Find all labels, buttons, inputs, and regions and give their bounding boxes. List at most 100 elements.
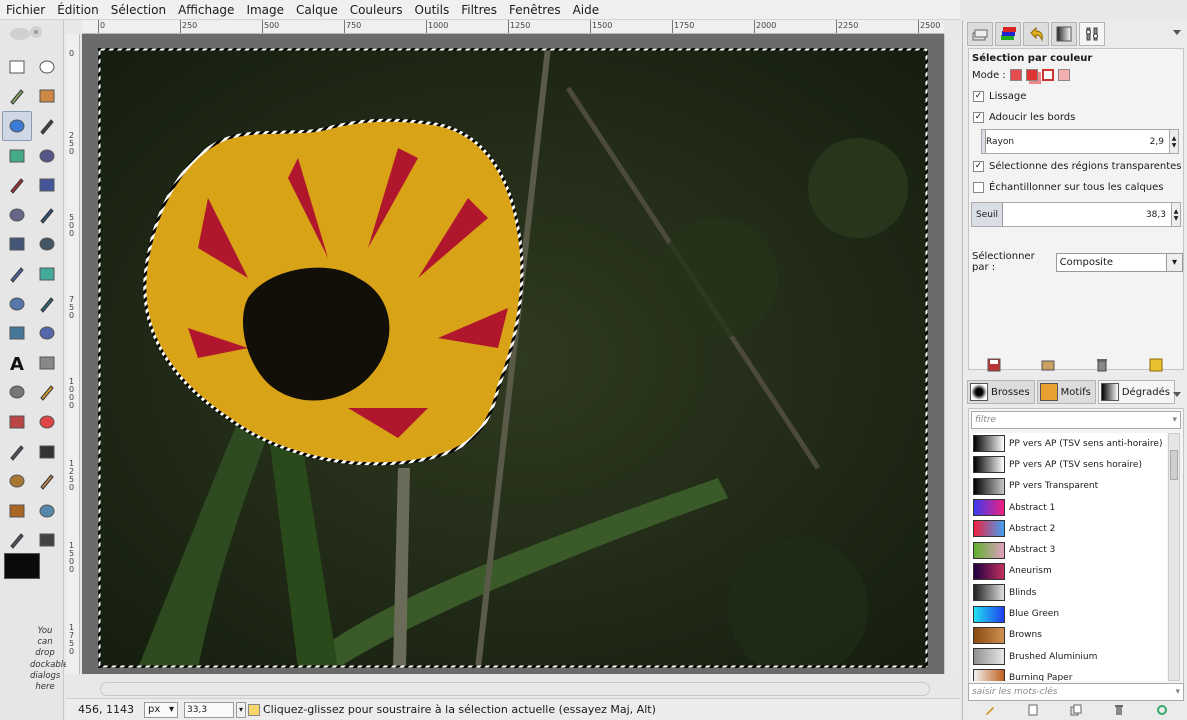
save-preset-icon[interactable]: [987, 358, 1001, 372]
smudge-tool[interactable]: [2, 526, 32, 556]
select-by-combo[interactable]: Composite ▾: [1055, 252, 1183, 272]
zoom-field[interactable]: 33,3: [184, 701, 234, 718]
tag-input[interactable]: saisir les mots-clés ▾: [968, 683, 1184, 701]
unit-select[interactable]: px ▾: [144, 701, 178, 718]
color-picker-tool[interactable]: [2, 170, 32, 200]
lissage-checkbox[interactable]: ✓: [973, 91, 984, 102]
menu-item[interactable]: Aide: [567, 0, 606, 20]
paths-tool[interactable]: [32, 141, 62, 171]
new-gradient-icon[interactable]: [1027, 704, 1039, 716]
menu-item[interactable]: Édition: [51, 0, 105, 20]
gradient-list-item[interactable]: PP vers AP (TSV sens horaire): [971, 454, 1167, 475]
scrollbar-thumb[interactable]: [1170, 450, 1178, 480]
menu-item[interactable]: Filtres: [455, 0, 503, 20]
delete-preset-icon[interactable]: [1095, 358, 1109, 372]
crop-tool[interactable]: [32, 230, 62, 260]
airbrush-tool[interactable]: [2, 437, 32, 467]
menu-item[interactable]: Image: [240, 0, 290, 20]
regions-row[interactable]: ✓ Sélectionne des régions transparentes: [973, 161, 1182, 172]
dock-menu-icon[interactable]: [1173, 30, 1181, 38]
image-canvas[interactable]: [82, 34, 944, 674]
reset-options-icon[interactable]: [1149, 358, 1163, 372]
cage-tool[interactable]: [32, 318, 62, 348]
tab-gradients[interactable]: Dégradés: [1097, 380, 1175, 404]
regions-checkbox[interactable]: ✓: [973, 161, 984, 172]
duplicate-gradient-icon[interactable]: [1070, 704, 1082, 716]
free-select-tool[interactable]: [2, 82, 32, 112]
clone-tool[interactable]: [2, 466, 32, 496]
gradient-list-item[interactable]: Burning Paper: [971, 667, 1167, 681]
color-swatches[interactable]: [4, 553, 56, 595]
tab-patterns[interactable]: Motifs: [1036, 380, 1096, 404]
gradient-filter-input[interactable]: filtre ▾: [971, 411, 1181, 429]
scissors-select-tool[interactable]: [32, 111, 62, 141]
rayon-spinner[interactable]: ▲ ▼: [1169, 130, 1178, 153]
edit-gradient-icon[interactable]: [984, 704, 996, 716]
gradient-list-item[interactable]: PP vers Transparent: [971, 476, 1167, 497]
rect-select-tool[interactable]: [2, 52, 32, 82]
echant-checkbox[interactable]: [973, 182, 984, 193]
flip-tool[interactable]: [2, 318, 32, 348]
gradient-list-item[interactable]: Abstract 3: [971, 539, 1167, 560]
foreground-select-tool[interactable]: [2, 141, 32, 171]
move-tool[interactable]: [32, 200, 62, 230]
tab-layers[interactable]: [967, 22, 993, 46]
seuil-slider[interactable]: Seuil 38,3 ▲ ▼: [971, 202, 1181, 227]
menu-item[interactable]: Fichier: [0, 0, 51, 20]
measure-tool[interactable]: [2, 200, 32, 230]
zoom-dropdown-button[interactable]: ▾: [236, 701, 246, 718]
perspective-clone-tool[interactable]: [2, 496, 32, 526]
menu-item[interactable]: Outils: [409, 0, 456, 20]
mode-subtract-button[interactable]: [1041, 69, 1054, 81]
gradient-list-item[interactable]: Blue Green: [971, 603, 1167, 624]
adoucir-row[interactable]: ✓ Adoucir les bords: [973, 112, 1075, 123]
refresh-gradients-icon[interactable]: [1156, 704, 1168, 716]
align-tool[interactable]: [2, 230, 32, 260]
bucket-fill-tool[interactable]: [32, 348, 62, 378]
menu-item[interactable]: Fenêtres: [503, 0, 567, 20]
gradient-list-item[interactable]: Abstract 2: [971, 518, 1167, 539]
gradient-list-item[interactable]: Brushed Aluminium: [971, 646, 1167, 667]
vertical-scrollbar[interactable]: [944, 34, 960, 674]
shear-tool[interactable]: [2, 289, 32, 319]
rayon-slider[interactable]: Rayon 2,9 ▲ ▼: [981, 129, 1179, 154]
mode-replace-button[interactable]: [1009, 69, 1022, 81]
perspective-tool[interactable]: [32, 289, 62, 319]
tulip-photo[interactable]: [98, 48, 928, 668]
mode-add-button[interactable]: [1025, 69, 1038, 81]
text-tool[interactable]: A: [2, 348, 32, 378]
fuzzy-select-tool[interactable]: [32, 82, 62, 112]
dock-menu-icon[interactable]: [1173, 392, 1181, 400]
gradient-list-item[interactable]: Abstract 1: [971, 497, 1167, 518]
heal-tool[interactable]: [32, 466, 62, 496]
scale-tool[interactable]: [32, 259, 62, 289]
lissage-row[interactable]: ✓ Lissage: [973, 91, 1026, 102]
ellipse-select-tool[interactable]: [32, 52, 62, 82]
seuil-spinner[interactable]: ▲ ▼: [1171, 203, 1180, 226]
tab-undo-history[interactable]: [1023, 22, 1049, 46]
delete-gradient-icon[interactable]: [1113, 704, 1125, 716]
select-by-color-tool[interactable]: [2, 111, 32, 141]
paintbrush-tool[interactable]: [2, 407, 32, 437]
zoom-tool[interactable]: [32, 170, 62, 200]
menu-item[interactable]: Calque: [290, 0, 344, 20]
rotate-tool[interactable]: [2, 259, 32, 289]
menu-item[interactable]: Sélection: [105, 0, 172, 20]
adoucir-checkbox[interactable]: ✓: [973, 112, 984, 123]
gradient-list-scrollbar[interactable]: [1168, 433, 1180, 681]
gradient-list-item[interactable]: Blinds: [971, 582, 1167, 603]
gradient-list-item[interactable]: Browns: [971, 625, 1167, 646]
echant-row[interactable]: Échantillonner sur tous les calques: [973, 182, 1164, 193]
gradient-list-item[interactable]: Aneurism: [971, 561, 1167, 582]
menu-item[interactable]: Affichage: [172, 0, 240, 20]
gradient-list[interactable]: PP vers AP (TSV sens anti-horaire) PP ver…: [971, 433, 1167, 681]
tab-channels[interactable]: [995, 22, 1021, 46]
foreground-color[interactable]: [4, 553, 40, 579]
blend-tool[interactable]: [2, 378, 32, 408]
mode-intersect-button[interactable]: [1057, 69, 1070, 81]
tab-brushes[interactable]: Brosses: [967, 380, 1035, 404]
ink-tool[interactable]: [32, 437, 62, 467]
tab-gradient-editor[interactable]: [1051, 22, 1077, 46]
pencil-tool[interactable]: [32, 378, 62, 408]
blur-tool[interactable]: [32, 496, 62, 526]
